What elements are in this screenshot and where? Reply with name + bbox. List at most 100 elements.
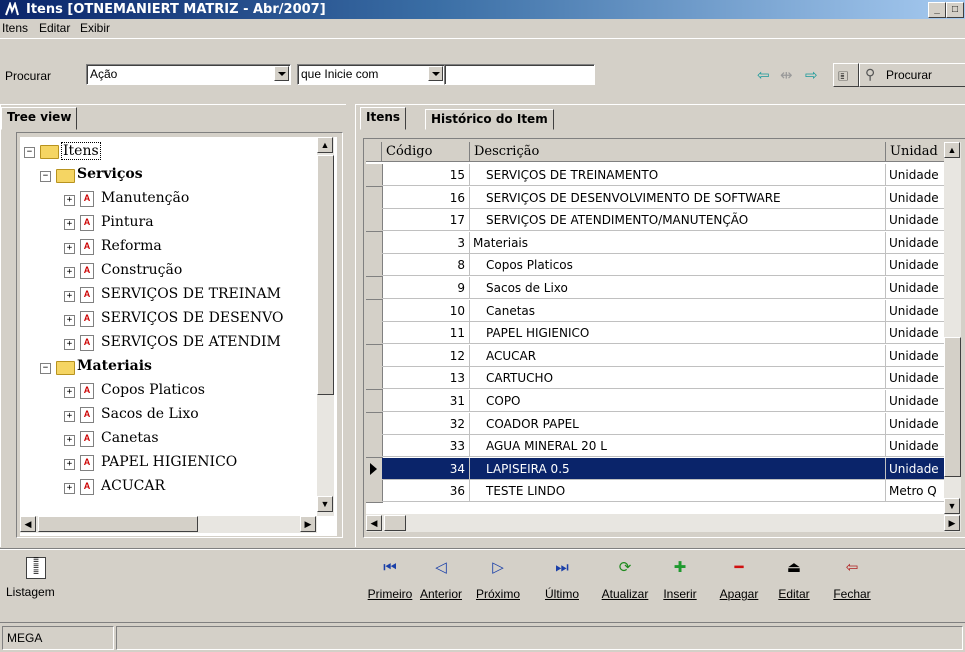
- scroll-thumb[interactable]: [384, 515, 406, 531]
- cell-descricao[interactable]: LAPISEIRA 0.5: [470, 457, 886, 480]
- expand-icon[interactable]: +: [64, 435, 75, 446]
- row-indicator[interactable]: [366, 435, 383, 459]
- tree-node[interactable]: + A ACUCAR: [20, 477, 320, 499]
- table-row[interactable]: 33 AGUA MINERAL 20 L Unidade: [366, 435, 961, 459]
- cell-codigo[interactable]: 13: [382, 367, 470, 390]
- expand-icon[interactable]: +: [64, 291, 75, 302]
- atualizar-button[interactable]: ⟳ Atualizar: [596, 557, 654, 601]
- procurar-button[interactable]: ⚲ Procurar: [859, 63, 965, 87]
- scroll-right-icon[interactable]: ▶: [944, 515, 960, 531]
- scroll-left-icon[interactable]: ◀: [366, 515, 382, 531]
- scroll-down-icon[interactable]: ▼: [317, 496, 333, 512]
- arrow-left-icon[interactable]: ⇦: [757, 66, 770, 84]
- row-indicator[interactable]: [366, 480, 383, 504]
- tree-node[interactable]: − Materiais: [20, 357, 320, 379]
- table-row[interactable]: 34 LAPISEIRA 0.5 Unidade: [366, 457, 961, 481]
- cell-codigo[interactable]: 16: [382, 186, 470, 209]
- collapse-icon[interactable]: −: [24, 147, 35, 158]
- row-indicator[interactable]: [366, 344, 383, 368]
- items-grid[interactable]: Código Descrição Unidad 15 SERVIÇOS DE TR…: [366, 142, 961, 514]
- expand-icon[interactable]: +: [64, 315, 75, 326]
- expand-icon[interactable]: +: [64, 483, 75, 494]
- primeiro-button[interactable]: ⏮ Primeiro: [367, 557, 413, 601]
- filter-button[interactable]: 🗉: [833, 63, 859, 87]
- row-indicator[interactable]: [366, 322, 383, 346]
- menu-itens[interactable]: Itens: [2, 21, 28, 35]
- row-indicator[interactable]: [366, 231, 383, 255]
- cell-descricao[interactable]: CARTUCHO: [470, 367, 886, 390]
- tree-node[interactable]: + A Construção: [20, 261, 320, 283]
- tree-node[interactable]: − Serviços: [20, 165, 320, 187]
- table-row[interactable]: 3 Materiais Unidade: [366, 231, 961, 255]
- grid-vertical-scrollbar[interactable]: ▲ ▼: [944, 142, 961, 514]
- row-indicator[interactable]: [366, 164, 383, 187]
- column-header-codigo[interactable]: Código: [382, 142, 470, 162]
- tab-tree-view[interactable]: Tree view: [1, 107, 78, 130]
- tree-view[interactable]: − Itens − Serviços + A Manutenção + A Pintura + A Re…: [20, 137, 337, 536]
- maximize-button[interactable]: □: [946, 2, 964, 18]
- row-indicator[interactable]: [366, 299, 383, 323]
- scroll-down-icon[interactable]: ▼: [944, 498, 960, 514]
- table-row[interactable]: 15 SERVIÇOS DE TREINAMENTO Unidade: [366, 164, 961, 187]
- cell-codigo[interactable]: 33: [382, 435, 470, 458]
- table-row[interactable]: 16 SERVIÇOS DE DESENVOLVIMENTO DE SOFTWAR…: [366, 186, 961, 210]
- chevron-down-icon[interactable]: [274, 66, 289, 81]
- condition-combo[interactable]: que Inicie com: [297, 64, 445, 85]
- table-row[interactable]: 11 PAPEL HIGIENICO Unidade: [366, 322, 961, 346]
- cell-codigo[interactable]: 31: [382, 390, 470, 412]
- table-row[interactable]: 10 Canetas Unidade: [366, 299, 961, 323]
- tree-vertical-scrollbar[interactable]: ▲ ▼: [317, 137, 334, 516]
- tree-node[interactable]: + A SERVIÇOS DE TREINAM: [20, 285, 320, 307]
- cell-codigo[interactable]: 11: [382, 322, 470, 345]
- tree-node[interactable]: + A Canetas: [20, 429, 320, 451]
- cell-codigo[interactable]: 9: [382, 277, 470, 299]
- menu-editar[interactable]: Editar: [39, 21, 70, 35]
- minimize-button[interactable]: _: [928, 2, 946, 18]
- arrows-horizontal-icon[interactable]: ⇹: [780, 66, 793, 84]
- cell-descricao[interactable]: SERVIÇOS DE TREINAMENTO: [470, 164, 886, 186]
- expand-icon[interactable]: +: [64, 243, 75, 254]
- tree-node[interactable]: + A Manutenção: [20, 189, 320, 211]
- table-row[interactable]: 17 SERVIÇOS DE ATENDIMENTO/MANUTENÇÃO Unid…: [366, 209, 961, 233]
- tree-horizontal-scrollbar[interactable]: ◀ ▶: [20, 516, 317, 533]
- expand-icon[interactable]: +: [64, 411, 75, 422]
- table-row[interactable]: 9 Sacos de Lixo Unidade: [366, 277, 961, 300]
- arrow-right-icon[interactable]: ⇨: [805, 66, 818, 84]
- row-indicator[interactable]: [366, 412, 383, 436]
- cell-descricao[interactable]: COADOR PAPEL: [470, 412, 886, 435]
- cell-descricao[interactable]: TESTE LINDO: [470, 480, 886, 503]
- scroll-left-icon[interactable]: ◀: [20, 516, 36, 532]
- expand-icon[interactable]: +: [64, 219, 75, 230]
- expand-icon[interactable]: +: [64, 195, 75, 206]
- row-indicator[interactable]: [366, 209, 383, 233]
- menu-exibir[interactable]: Exibir: [80, 21, 110, 35]
- cell-codigo[interactable]: 15: [382, 164, 470, 186]
- listagem-button[interactable]: ≡ ≡ ≡ Listagem: [6, 556, 66, 600]
- grid-horizontal-scrollbar[interactable]: ◀ ▶: [366, 514, 961, 532]
- cell-descricao[interactable]: AGUA MINERAL 20 L: [470, 435, 886, 458]
- editar-button[interactable]: ⏏ Editar: [773, 557, 815, 601]
- tree-node[interactable]: − Itens: [20, 141, 320, 163]
- tree-node[interactable]: + A Copos Platicos: [20, 381, 320, 403]
- collapse-icon[interactable]: −: [40, 171, 51, 182]
- table-row[interactable]: 8 Copos Platicos Unidade: [366, 254, 961, 278]
- chevron-down-icon[interactable]: [428, 66, 443, 81]
- scroll-up-icon[interactable]: ▲: [944, 142, 960, 158]
- table-row[interactable]: 32 COADOR PAPEL Unidade: [366, 412, 961, 436]
- cell-codigo[interactable]: 3: [382, 231, 470, 254]
- tab-historico[interactable]: Histórico do Item: [425, 109, 554, 130]
- tree-node[interactable]: + A Pintura: [20, 213, 320, 235]
- search-text-input[interactable]: [444, 64, 595, 85]
- scroll-right-icon[interactable]: ▶: [300, 516, 316, 532]
- column-header-descricao[interactable]: Descrição: [470, 142, 886, 162]
- cell-descricao[interactable]: COPO: [470, 390, 886, 412]
- cell-codigo[interactable]: 12: [382, 344, 470, 367]
- cell-codigo[interactable]: 36: [382, 480, 470, 503]
- cell-descricao[interactable]: Materiais: [470, 231, 886, 254]
- tree-node[interactable]: + A Reforma: [20, 237, 320, 259]
- anterior-button[interactable]: ◁ Anterior: [415, 557, 467, 601]
- table-row[interactable]: 36 TESTE LINDO Metro Q: [366, 480, 961, 504]
- table-row[interactable]: 13 CARTUCHO Unidade: [366, 367, 961, 391]
- scroll-thumb[interactable]: [38, 516, 198, 532]
- proximo-button[interactable]: ▷ Próximo: [472, 557, 524, 601]
